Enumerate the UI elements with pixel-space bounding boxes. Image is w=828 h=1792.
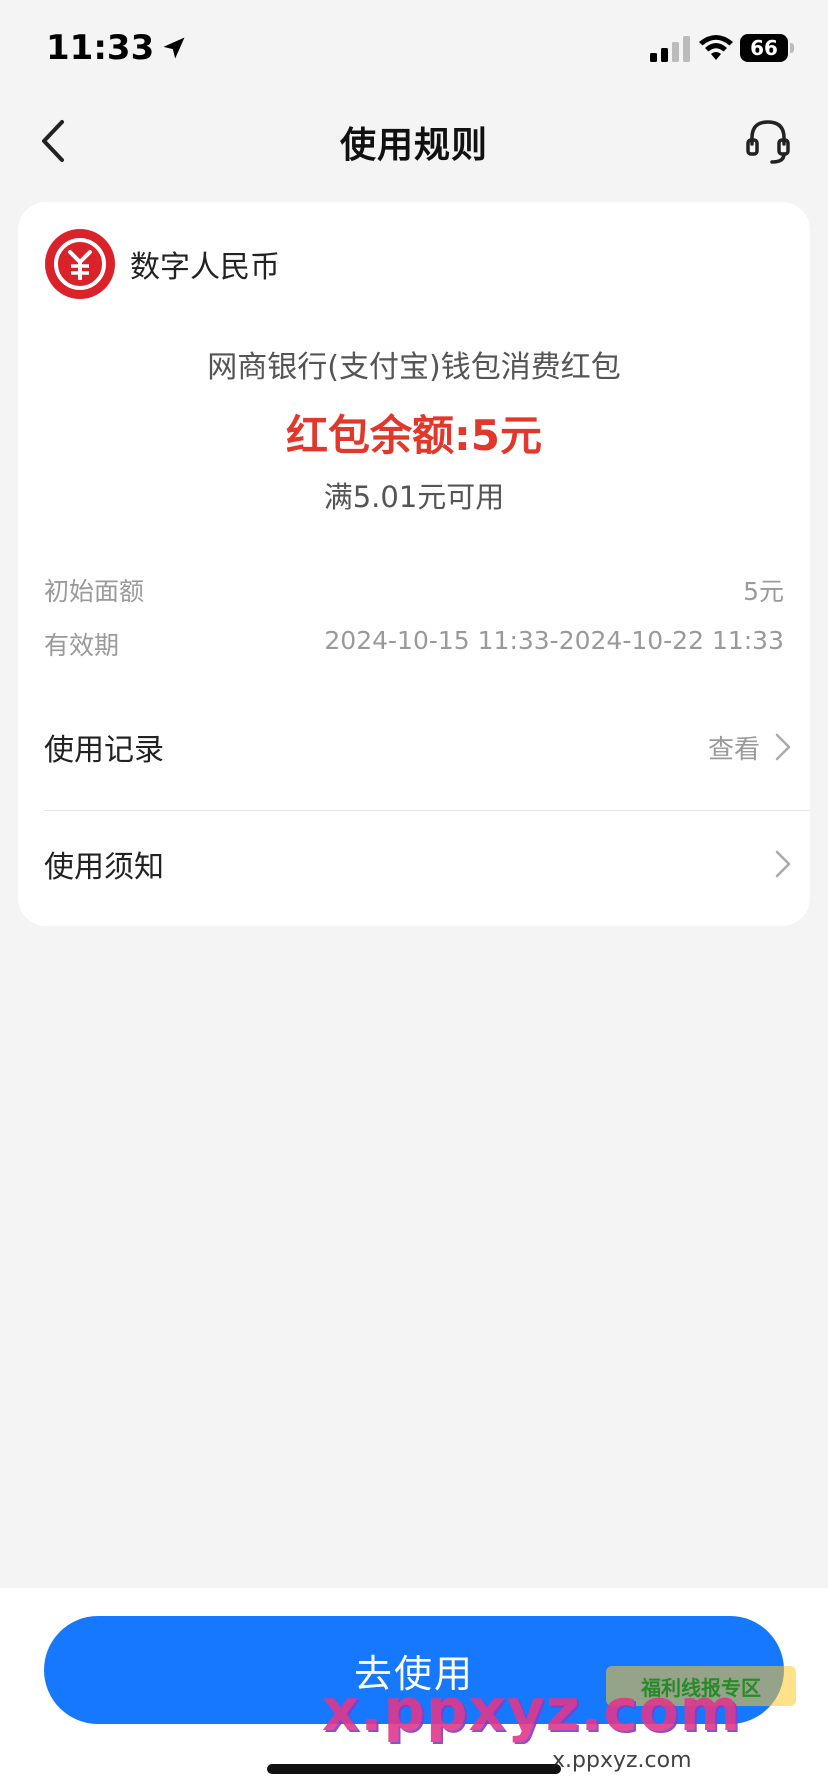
usage-notice-row[interactable]: 使用须知 [44, 809, 794, 919]
battery-indicator: 66 [740, 34, 788, 62]
validity-row: 有效期 2024-10-15 11:33-2024-10-22 11:33 [44, 626, 784, 662]
customer-service-headset-icon[interactable] [744, 116, 792, 166]
usage-record-view-link[interactable]: 查看 [708, 729, 794, 766]
digital-rmb-logo-icon [45, 229, 115, 299]
watermark-sub-text: x.ppxyz.com [552, 1748, 692, 1773]
usage-record-row[interactable]: 使用记录 查看 [44, 692, 794, 802]
validity-value: 2024-10-15 11:33-2024-10-22 11:33 [324, 626, 784, 655]
watermark: 福利线报专区 x.ppxyz.com x.ppxyz.com [322, 1666, 822, 1776]
status-time-text: 11:33 [46, 28, 155, 68]
brand-name: 数字人民币 [130, 250, 280, 285]
usage-record-label: 使用记录 [44, 733, 164, 768]
battery-level: 66 [750, 36, 778, 60]
validity-label: 有效期 [44, 631, 120, 660]
status-time: 11:33 [46, 28, 188, 68]
initial-amount-row: 初始面额 5元 [44, 572, 784, 608]
page-title: 使用规则 [339, 125, 488, 166]
location-arrow-icon [163, 37, 185, 59]
wifi-icon [699, 35, 733, 60]
status-bar: 11:33 66 [0, 0, 828, 100]
coupon-card: 数字人民币 网商银行(支付宝)钱包消费红包 红包余额:5元 满5.01元可用 初… [18, 202, 810, 926]
view-label: 查看 [707, 734, 760, 765]
watermark-main-text: x.ppxyz.com [322, 1676, 742, 1744]
chevron-right-icon [775, 850, 791, 878]
initial-amount-label: 初始面额 [44, 577, 145, 606]
initial-amount-value: 5元 [743, 577, 784, 606]
cellular-signal-icon [650, 36, 690, 62]
brand-header: 数字人民币 [44, 228, 280, 300]
coupon-description: 网商银行(支付宝)钱包消费红包 [207, 350, 621, 385]
coupon-condition: 满5.01元可用 [323, 480, 505, 514]
usage-notice-label: 使用须知 [44, 850, 164, 885]
chevron-right-icon [775, 733, 791, 761]
usage-notice-arrow [760, 849, 794, 879]
coupon-balance: 红包余额:5元 [285, 411, 543, 460]
battery-tip [790, 43, 794, 53]
